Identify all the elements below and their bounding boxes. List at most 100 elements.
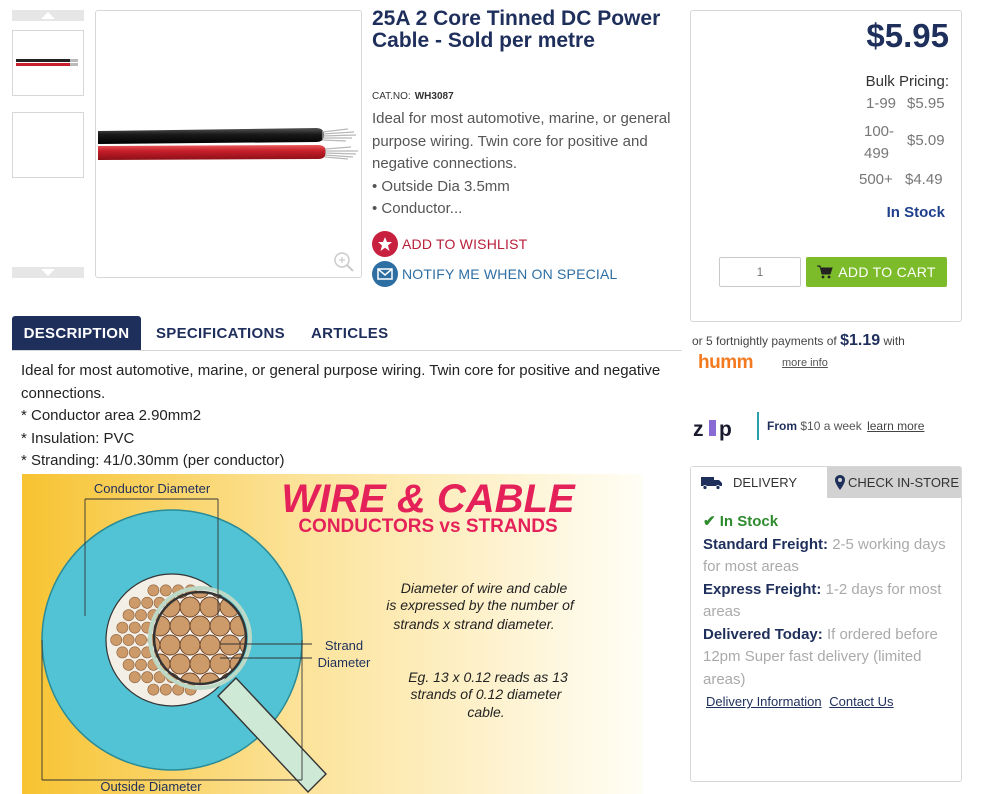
- svg-text:p: p: [719, 418, 732, 441]
- bulk-pricing-title: Bulk Pricing:: [865, 73, 949, 90]
- catalog-number: CAT.NO: WH3087: [372, 91, 454, 102]
- strand-circle: [128, 646, 141, 659]
- delivery-details: ✔ In Stock Standard Freight: 2-5 working…: [703, 511, 951, 691]
- description-body: Ideal for most automotive, marine, or ge…: [21, 360, 671, 473]
- svg-text:z: z: [693, 418, 704, 441]
- thumbnail-cable[interactable]: [12, 30, 84, 96]
- tab-description[interactable]: DESCRIPTION: [12, 316, 141, 350]
- bulk-qty: 500+: [859, 171, 893, 188]
- diagram-subtitle: CONDUCTORS vs STRANDS: [298, 516, 557, 537]
- strand-circle: [116, 646, 129, 659]
- quantity-input[interactable]: [719, 257, 801, 287]
- diagram-example-line: strands of 0.12 diameter: [411, 686, 563, 702]
- strand-circle: [147, 584, 160, 597]
- delivery-links: Delivery Information Contact Us: [706, 694, 898, 709]
- add-to-wishlist-button[interactable]: ADD TO WISHLIST: [372, 231, 527, 257]
- description-line: * Insulation: PVC: [21, 429, 135, 447]
- zoom-icon[interactable]: [333, 251, 355, 273]
- short-desc-line: • Conductor...: [372, 200, 463, 217]
- strand-label: Strand: [325, 638, 363, 653]
- envelope-icon: [372, 261, 398, 287]
- strand-circle: [128, 596, 141, 609]
- wire-cable-diagram: WIRE & CABLE CONDUCTORS vs STRANDS Condu…: [22, 474, 643, 794]
- thumbnail-blank[interactable]: [12, 112, 84, 178]
- magnified-strand-circle: [179, 596, 201, 618]
- product-main-image[interactable]: [95, 10, 362, 278]
- tab-articles[interactable]: ARTICLES: [311, 316, 388, 350]
- strand-circle: [159, 683, 172, 696]
- chevron-down-icon: [41, 269, 55, 276]
- product-tabs: DESCRIPTION SPECIFICATIONS ARTICLES: [12, 316, 682, 351]
- zip-logo: z p: [692, 414, 750, 442]
- product-title: 25A 2 Core Tinned DC Power Cable - Sold …: [372, 7, 661, 52]
- description-line: Ideal for most automotive, marine, or ge…: [21, 362, 661, 402]
- add-to-cart-label: ADD TO CART: [838, 264, 936, 280]
- delivered-today: Delivered Today: If ordered before 12pm …: [703, 624, 951, 692]
- contact-us-link[interactable]: Contact Us: [829, 694, 893, 709]
- notify-special-button[interactable]: NOTIFY ME WHEN ON SPECIAL: [372, 261, 618, 287]
- zip-payment-text: From $10 a week learn more: [767, 419, 924, 433]
- short-desc-line: Ideal for most automotive, marine, or ge…: [372, 110, 671, 172]
- catalog-number-label: CAT.NO:: [372, 91, 411, 102]
- tab-check-in-store[interactable]: CHECK IN-STORE: [827, 467, 961, 498]
- magnified-strand-circle: [159, 634, 181, 656]
- strand-circle: [141, 671, 154, 684]
- strand-circle: [128, 621, 141, 634]
- short-desc-line: • Outside Dia 3.5mm: [372, 177, 510, 195]
- humm-more-info-link[interactable]: more info: [782, 357, 828, 369]
- diagram-note-line: strands x strand diameter.: [393, 616, 554, 632]
- humm-suffix: with: [883, 334, 905, 348]
- thumbnail-scroll-up-button[interactable]: [12, 10, 84, 21]
- tab-check-in-store-label: CHECK IN-STORE: [848, 475, 959, 490]
- humm-amount: $1.19: [840, 332, 881, 349]
- star-icon: [372, 231, 398, 257]
- strand-circle: [159, 584, 172, 597]
- diagram-example-line: cable.: [467, 704, 504, 720]
- magnified-strand-circle: [189, 653, 211, 675]
- magnified-strand-circle: [219, 634, 241, 656]
- express-freight-label: Express Freight:: [703, 580, 822, 598]
- catalog-number-value: WH3087: [414, 91, 454, 102]
- cart-icon: [817, 265, 833, 279]
- description-line: * Conductor area 2.90mm2: [21, 407, 202, 424]
- short-description: Ideal for most automotive, marine, or ge…: [372, 108, 672, 221]
- express-freight: Express Freight: 1-2 days for most areas: [703, 579, 951, 624]
- humm-payments-text: or 5 fortnightly payments of $1.19 with: [692, 332, 905, 350]
- wishlist-label: ADD TO WISHLIST: [402, 236, 528, 252]
- cable-product-image: [98, 128, 358, 160]
- magnified-strand-circle: [209, 615, 231, 637]
- strand-circle: [135, 634, 147, 646]
- price-box: $5.95 Bulk Pricing: 1-99 $5.95 100-499 $…: [690, 10, 962, 322]
- strand-circle: [116, 621, 129, 634]
- magnified-strand-circle: [169, 615, 191, 637]
- delivery-stock-status: ✔ In Stock: [703, 513, 779, 530]
- magnified-strand-circle: [179, 634, 201, 656]
- delivery-information-link[interactable]: Delivery Information: [706, 694, 822, 709]
- truck-icon: [701, 476, 722, 490]
- strand-circle: [128, 671, 141, 684]
- diameter-label: Diameter: [318, 655, 371, 670]
- tab-specifications[interactable]: SPECIFICATIONS: [156, 316, 285, 350]
- thumbnail-scroll-down-button[interactable]: [12, 267, 84, 278]
- magnified-strand-circle: [199, 634, 221, 656]
- diagram-title: WIRE & CABLE: [281, 477, 576, 521]
- standard-freight-label: Standard Freight:: [703, 535, 829, 553]
- strand-circle: [147, 683, 160, 696]
- bulk-qty: 100-499: [864, 123, 895, 162]
- strand-circle: [122, 634, 135, 646]
- diagram-note-line: is expressed by the number of: [386, 597, 576, 613]
- delivery-box: DELIVERY CHECK IN-STORE ✔ In Stock Stand…: [690, 466, 962, 782]
- map-pin-icon: [835, 475, 845, 490]
- add-to-cart-button[interactable]: ADD TO CART: [806, 257, 947, 287]
- magnified-strand-circle: [169, 653, 191, 675]
- zip-learn-more-link[interactable]: learn more: [867, 419, 924, 433]
- cable-thumbnail-image: [16, 59, 78, 66]
- tab-delivery[interactable]: DELIVERY: [691, 467, 827, 498]
- strand-circle: [122, 609, 135, 622]
- bulk-qty: 1-99: [866, 95, 897, 112]
- strand-circle: [110, 634, 123, 646]
- diagram-example-line: Eg. 13 x 0.12 reads as 13: [408, 669, 568, 685]
- stock-status: In Stock: [886, 204, 945, 221]
- bulk-price: $5.09: [907, 132, 945, 149]
- strand-circle: [141, 596, 154, 609]
